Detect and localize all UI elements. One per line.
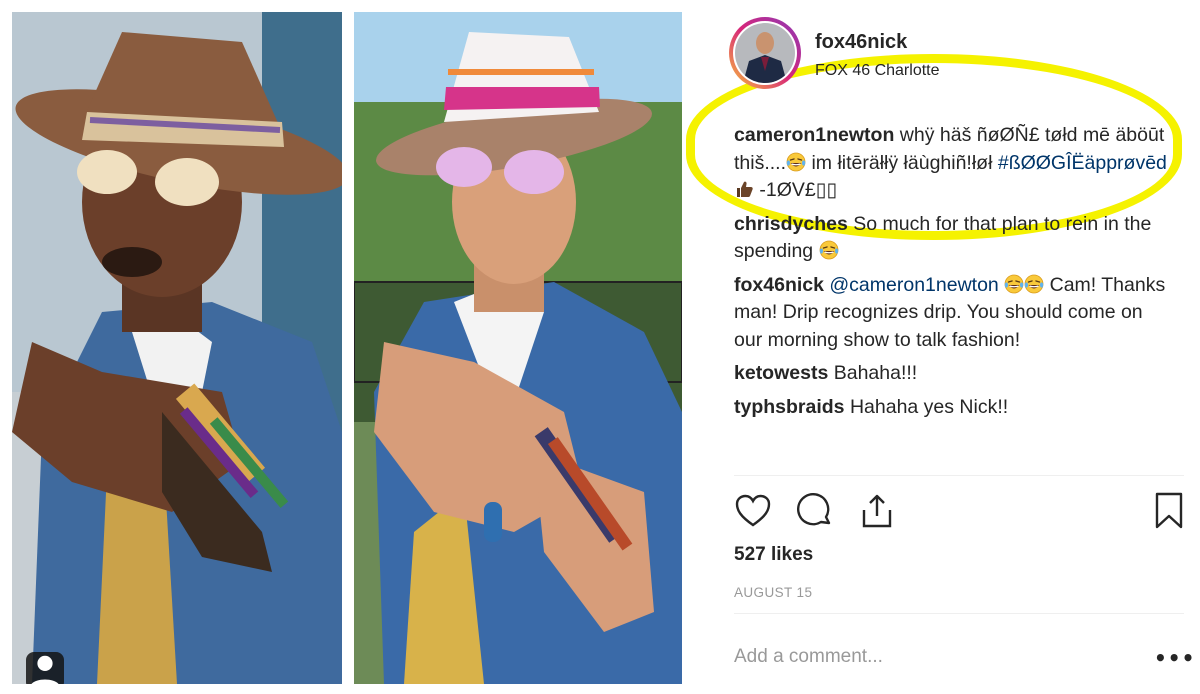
laughing-crying-emoji-icon bbox=[819, 240, 838, 260]
avatar[interactable] bbox=[729, 17, 801, 89]
comment-button[interactable] bbox=[796, 492, 834, 530]
comment-item: chrisdyches So much for that plan to rei… bbox=[734, 211, 1174, 266]
comment-item: fox46nick @cameron1newton Cam! Thanks ma… bbox=[734, 272, 1174, 355]
comment-item: typhsbraids Hahaha yes Nick!! bbox=[734, 394, 1174, 422]
heart-icon bbox=[735, 494, 771, 527]
comment-username[interactable]: ketowests bbox=[734, 362, 828, 384]
comment-item: cameron1newton whÿ häš ñøØÑ£ tøłd mē äbö… bbox=[734, 122, 1174, 205]
comment-bubble-icon bbox=[797, 493, 831, 526]
avatar-image bbox=[735, 23, 795, 83]
bookmark-icon bbox=[1155, 492, 1183, 529]
comment-text: Bahaha!!! bbox=[828, 362, 918, 384]
hashtag-link[interactable]: #ßØØGÎËäpprøvēd bbox=[998, 152, 1167, 174]
thumbs-up-emoji-icon bbox=[737, 181, 753, 197]
post-location[interactable]: FOX 46 Charlotte bbox=[815, 62, 940, 80]
comment-text: -1ØV£▯▯ bbox=[754, 179, 838, 201]
comment-username[interactable]: typhsbraids bbox=[734, 396, 845, 418]
like-button[interactable] bbox=[734, 492, 772, 530]
post-photo-right[interactable] bbox=[354, 12, 682, 684]
more-options-button[interactable]: ••• bbox=[1154, 646, 1195, 670]
share-button[interactable] bbox=[858, 492, 896, 530]
post-username[interactable]: fox46nick bbox=[815, 31, 907, 54]
comment-username[interactable]: chrisdyches bbox=[734, 213, 848, 235]
post-photo-right-image bbox=[354, 12, 682, 684]
likes-count[interactable]: 527 likes bbox=[734, 544, 813, 566]
post-date: AUGUST 15 bbox=[734, 585, 813, 600]
comment-text: Hahaha yes Nick!! bbox=[844, 395, 1009, 418]
laughing-crying-emoji-icon bbox=[786, 152, 806, 171]
post-photo-left[interactable] bbox=[12, 12, 342, 684]
tagged-people-button[interactable] bbox=[26, 652, 64, 684]
comment-username[interactable]: fox46nick bbox=[734, 274, 824, 296]
share-upload-icon bbox=[862, 494, 892, 528]
comment-text: im łitēräłłÿ łäùghiñ!łøł bbox=[806, 151, 998, 174]
truncated-comment-line bbox=[734, 427, 1174, 435]
laughing-crying-emoji-icon bbox=[1024, 274, 1044, 293]
add-comment-input[interactable] bbox=[734, 646, 1114, 668]
laughing-crying-emoji-icon bbox=[1004, 274, 1024, 293]
divider bbox=[734, 475, 1184, 476]
comments-list: cameron1newton whÿ häš ñøØÑ£ tøłd mē äbö… bbox=[734, 122, 1174, 435]
action-bar bbox=[734, 492, 1186, 532]
comment-username[interactable]: cameron1newton bbox=[734, 124, 894, 146]
comment-item: ketowests Bahaha!!! bbox=[734, 360, 1174, 388]
save-button[interactable] bbox=[1150, 492, 1188, 530]
person-icon bbox=[31, 655, 59, 684]
post-photo-left-image bbox=[12, 12, 342, 684]
mention-link[interactable]: @cameron1newton bbox=[829, 274, 998, 296]
divider bbox=[734, 613, 1184, 614]
